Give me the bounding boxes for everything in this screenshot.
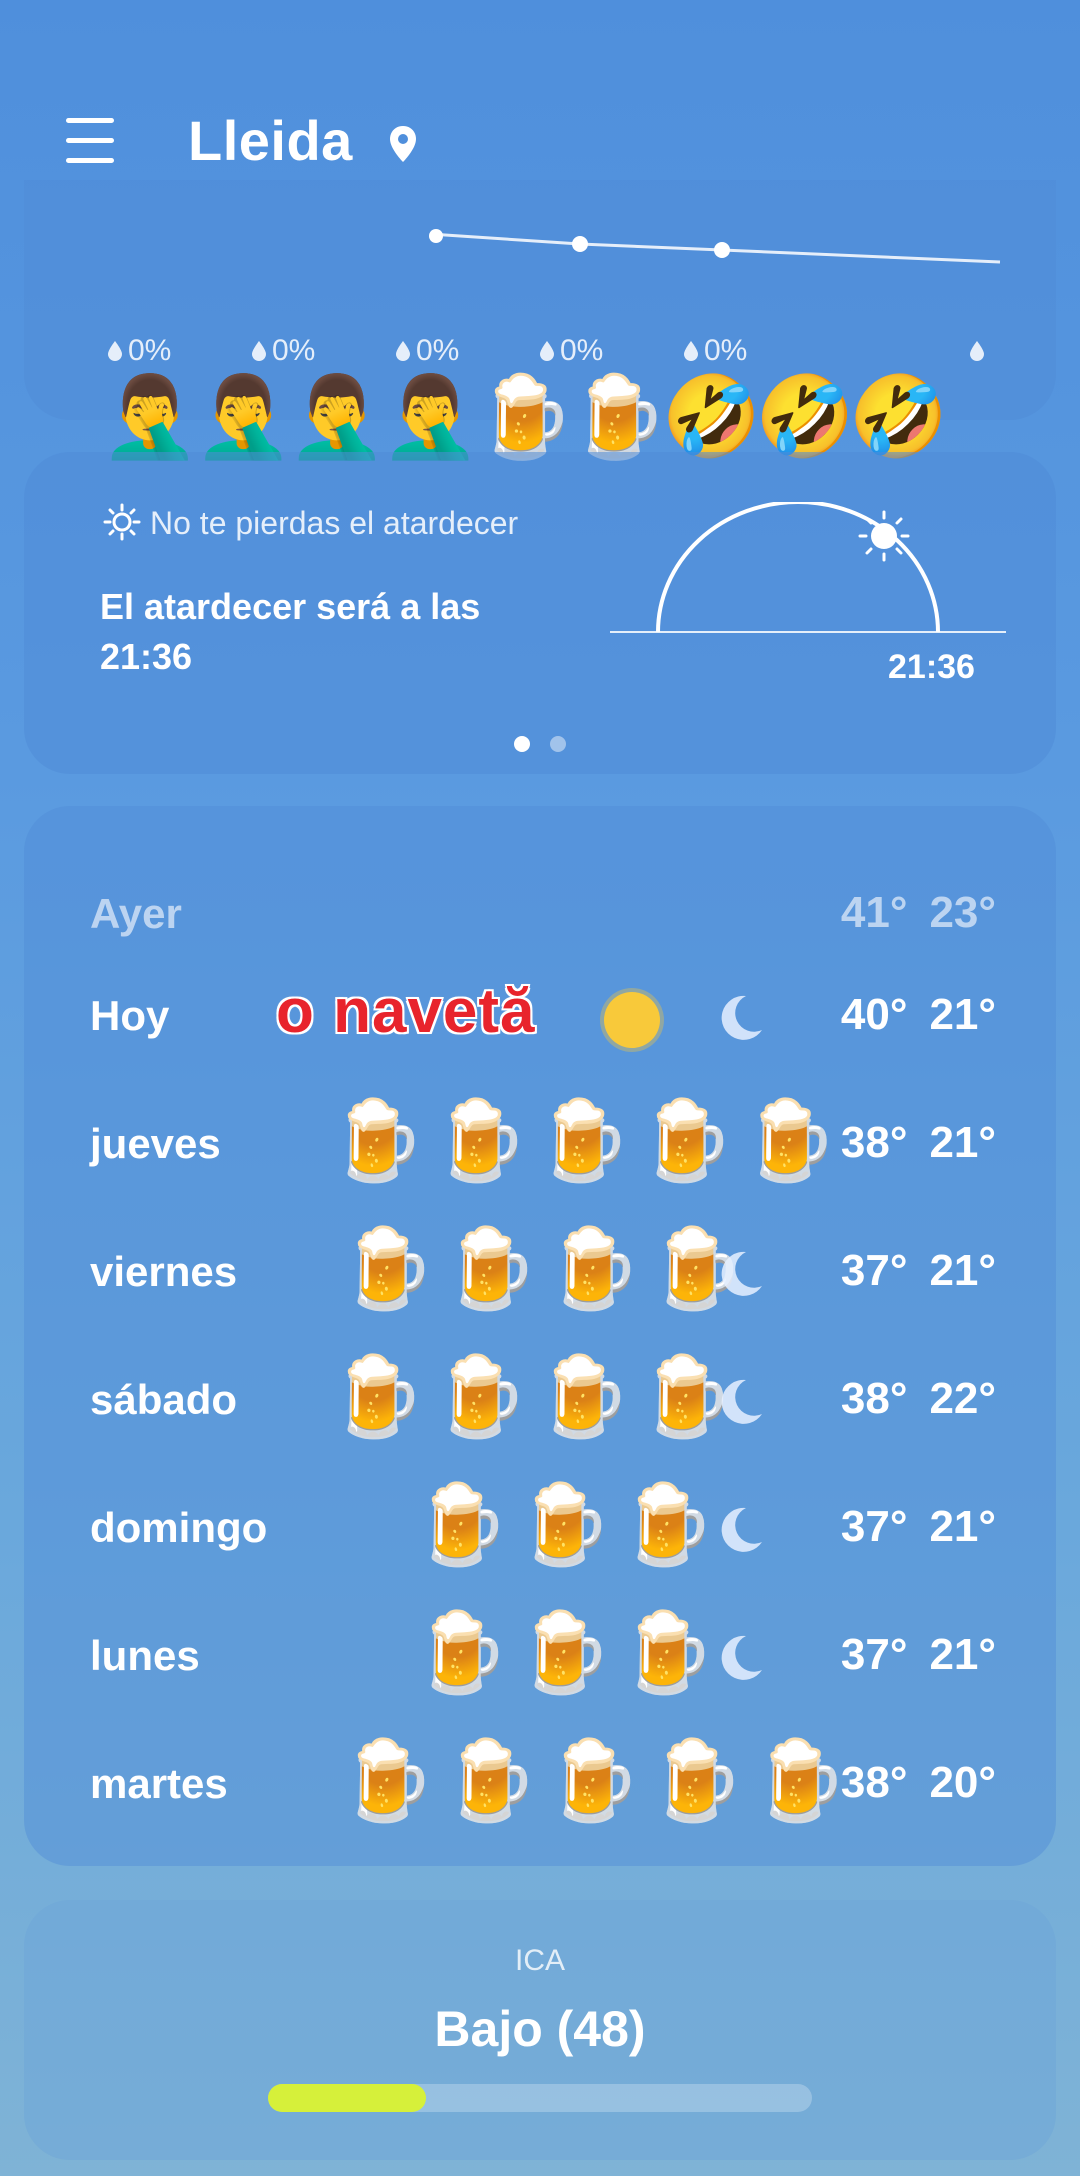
- drop-icon: [396, 341, 410, 361]
- low-temp: 21°: [929, 990, 996, 1039]
- beer-emoji-overlay: 🍺🍺🍺: [412, 1608, 722, 1696]
- precip-value: 0%: [682, 334, 747, 368]
- sunset-time: 21:36: [888, 648, 975, 686]
- day-label: Ayer: [90, 890, 182, 937]
- temps: 37° 21°: [841, 1502, 996, 1552]
- forecast-row[interactable]: viernes 🍺🍺🍺🍺 37° 21°: [24, 1224, 1056, 1324]
- low-temp: 20°: [929, 1758, 996, 1807]
- high-temp: 37°: [840, 1630, 908, 1679]
- page-dot-active: [514, 736, 530, 752]
- high-temp: 38°: [840, 1374, 908, 1423]
- day-label: jueves: [90, 1120, 221, 1167]
- day-label: lunes: [90, 1632, 200, 1679]
- moon-icon: [721, 995, 762, 1040]
- temps: 37° 21°: [841, 1246, 996, 1296]
- low-temp: 21°: [929, 1502, 996, 1551]
- beer-emoji-overlay: 🍺🍺🍺🍺: [338, 1224, 751, 1312]
- high-temp: 41°: [840, 888, 908, 937]
- temps: 37° 21°: [841, 1630, 996, 1680]
- forecast-row[interactable]: domingo 🍺🍺🍺 37° 21°: [24, 1480, 1056, 1580]
- hourly-temperature-line: [429, 229, 1001, 264]
- low-temp: 22°: [929, 1374, 996, 1423]
- beer-emoji-overlay: 🍺🍺🍺🍺: [328, 1352, 741, 1440]
- drop-icon: [684, 341, 698, 361]
- temps: 40° 21°: [841, 990, 996, 1040]
- beer-emoji-overlay: 🍺🍺🍺: [412, 1480, 722, 1568]
- page-dot: [550, 736, 566, 752]
- drop-icon: [970, 341, 984, 361]
- precip-value: 0%: [394, 334, 459, 368]
- low-temp: 21°: [929, 1246, 996, 1295]
- temps: 38° 22°: [841, 1374, 996, 1424]
- ica-label: ICA: [514, 1944, 565, 1977]
- air-quality-card[interactable]: ICA Bajo (48): [24, 1900, 1056, 2160]
- day-label: viernes: [90, 1248, 238, 1295]
- sunset-card[interactable]: No te pierdas el atardecer El atardecer …: [24, 452, 1056, 774]
- low-temp: 23°: [929, 888, 996, 937]
- precip-value: 0%: [250, 334, 315, 368]
- sun-icon: [604, 992, 660, 1048]
- high-temp: 40°: [840, 990, 908, 1039]
- sun-arc: [610, 502, 1006, 633]
- precip-value: 0%: [106, 334, 171, 368]
- day-label: sábado: [90, 1376, 238, 1423]
- low-temp: 21°: [929, 1630, 996, 1679]
- drop-icon: [108, 341, 122, 361]
- day-label: domingo: [90, 1504, 268, 1551]
- precip-value: 0%: [538, 334, 603, 368]
- temps: 38° 21°: [841, 1118, 996, 1168]
- forecast-row[interactable]: Hoy 40° 21°: [24, 968, 1056, 1068]
- ica-progress-fill: [268, 2084, 426, 2112]
- drop-icon: [252, 341, 266, 361]
- drop-icon: [540, 341, 554, 361]
- forecast-row[interactable]: Ayer 41° 23°: [24, 866, 1056, 966]
- sun-position-icon: [858, 510, 910, 562]
- high-temp: 38°: [840, 1118, 908, 1167]
- temps: 38° 20°: [841, 1758, 996, 1808]
- day-label: Hoy: [90, 992, 170, 1039]
- temps: 41° 23°: [841, 888, 996, 938]
- emoji-overlay: 🤦‍♂️🤦‍♂️🤦‍♂️🤦‍♂️🍺🍺🤣🤣🤣: [100, 372, 948, 461]
- forecast-row[interactable]: martes 🍺🍺🍺🍺🍺 38° 20°: [24, 1736, 1056, 1836]
- day-label: martes: [90, 1760, 228, 1807]
- sun-icon: [103, 503, 141, 541]
- moon-icon: [721, 1507, 762, 1552]
- beer-emoji-overlay: 🍺🍺🍺🍺🍺: [328, 1096, 844, 1184]
- high-temp: 37°: [840, 1502, 908, 1551]
- precip-row: 0% 0% 0% 0% 0%: [0, 334, 1080, 374]
- forecast-row[interactable]: jueves 🍺🍺🍺🍺🍺 38° 21°: [24, 1096, 1056, 1196]
- sunset-label: No te pierdas el atardecer: [102, 502, 518, 542]
- moon-icon: [721, 1251, 762, 1296]
- high-temp: 38°: [840, 1758, 908, 1807]
- forecast-row[interactable]: lunes 🍺🍺🍺 37° 21°: [24, 1608, 1056, 1708]
- moon-icon: [721, 1379, 762, 1424]
- ica-value: Bajo (48): [434, 2001, 646, 2057]
- moon-icon: [721, 1635, 762, 1680]
- sunset-text: El atardecer será a las 21:36: [100, 586, 481, 677]
- caption-overlay-text: o navetă: [275, 976, 537, 1048]
- precip-value: [968, 334, 990, 368]
- daily-forecast-card: Ayer 41° 23° Hoy 40° 21° jueves 🍺🍺🍺🍺🍺 38° 2…: [24, 806, 1056, 1866]
- ica-progress-bar: [268, 2084, 812, 2112]
- page-indicator[interactable]: [514, 736, 586, 757]
- low-temp: 21°: [929, 1118, 996, 1167]
- beer-emoji-overlay: 🍺🍺🍺🍺🍺: [338, 1736, 854, 1824]
- high-temp: 37°: [840, 1246, 908, 1295]
- forecast-row[interactable]: sábado 🍺🍺🍺🍺 38° 22°: [24, 1352, 1056, 1452]
